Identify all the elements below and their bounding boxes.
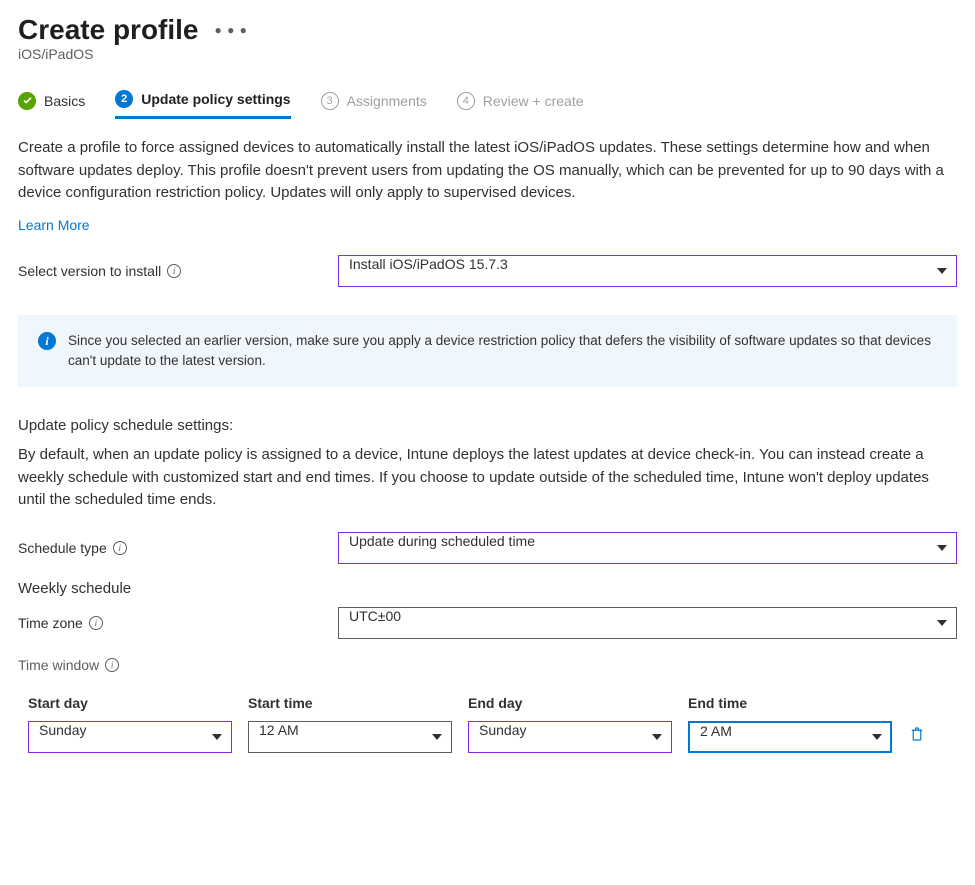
version-select-label: Select version to install i xyxy=(18,263,338,279)
start-day-select[interactable]: Sunday xyxy=(28,721,232,753)
info-icon[interactable]: i xyxy=(89,616,103,630)
schedule-heading: Update policy schedule settings: xyxy=(18,417,957,434)
end-day-select[interactable]: Sunday xyxy=(468,721,672,753)
start-time-select[interactable]: 12 AM xyxy=(248,721,452,753)
timezone-label: Time zone i xyxy=(18,615,338,631)
tab-label: Update policy settings xyxy=(141,91,290,107)
info-banner-icon: i xyxy=(38,332,56,350)
schedule-row: Sunday 12 AM Sunday 2 AM xyxy=(28,721,957,753)
tab-update-policy-settings[interactable]: 2 Update policy settings xyxy=(115,90,290,119)
version-select-value[interactable]: Install iOS/iPadOS 15.7.3 xyxy=(338,255,957,287)
learn-more-link[interactable]: Learn More xyxy=(18,217,90,233)
info-banner: i Since you selected an earlier version,… xyxy=(18,315,957,388)
tab-review-create[interactable]: 4 Review + create xyxy=(457,90,584,119)
step-number-badge: 3 xyxy=(321,92,339,110)
timezone-value[interactable]: UTC±00 xyxy=(338,607,957,639)
time-window-label: Time window i xyxy=(18,657,957,673)
end-time-select[interactable]: 2 AM xyxy=(688,721,892,753)
delete-icon[interactable] xyxy=(908,725,926,748)
schedule-headers: Start day Start time End day End time xyxy=(28,695,957,711)
info-icon[interactable]: i xyxy=(167,264,181,278)
weekly-schedule-heading: Weekly schedule xyxy=(18,580,957,597)
schedule-type-value[interactable]: Update during scheduled time xyxy=(338,532,957,564)
header-start-day: Start day xyxy=(28,695,232,711)
schedule-description: By default, when an update policy is ass… xyxy=(18,444,957,512)
intro-description: Create a profile to force assigned devic… xyxy=(18,137,957,205)
header-end-time: End time xyxy=(688,695,892,711)
wizard-tabs: Basics 2 Update policy settings 3 Assign… xyxy=(18,90,957,119)
page-title: Create profile xyxy=(18,14,199,46)
info-banner-text: Since you selected an earlier version, m… xyxy=(68,331,937,372)
tab-label: Review + create xyxy=(483,93,584,109)
tab-label: Basics xyxy=(44,93,85,109)
header-end-day: End day xyxy=(468,695,672,711)
step-number-badge: 4 xyxy=(457,92,475,110)
version-select[interactable]: Install iOS/iPadOS 15.7.3 xyxy=(338,255,957,287)
schedule-type-select[interactable]: Update during scheduled time xyxy=(338,532,957,564)
more-icon[interactable]: ● ● ● xyxy=(215,23,248,37)
header-start-time: Start time xyxy=(248,695,452,711)
page-subtitle: iOS/iPadOS xyxy=(18,46,957,62)
tab-assignments[interactable]: 3 Assignments xyxy=(321,90,427,119)
info-icon[interactable]: i xyxy=(113,541,127,555)
tab-label: Assignments xyxy=(347,93,427,109)
check-icon xyxy=(18,92,36,110)
tab-basics[interactable]: Basics xyxy=(18,90,85,119)
timezone-select[interactable]: UTC±00 xyxy=(338,607,957,639)
info-icon[interactable]: i xyxy=(105,658,119,672)
schedule-type-label: Schedule type i xyxy=(18,540,338,556)
step-number-badge: 2 xyxy=(115,90,133,108)
